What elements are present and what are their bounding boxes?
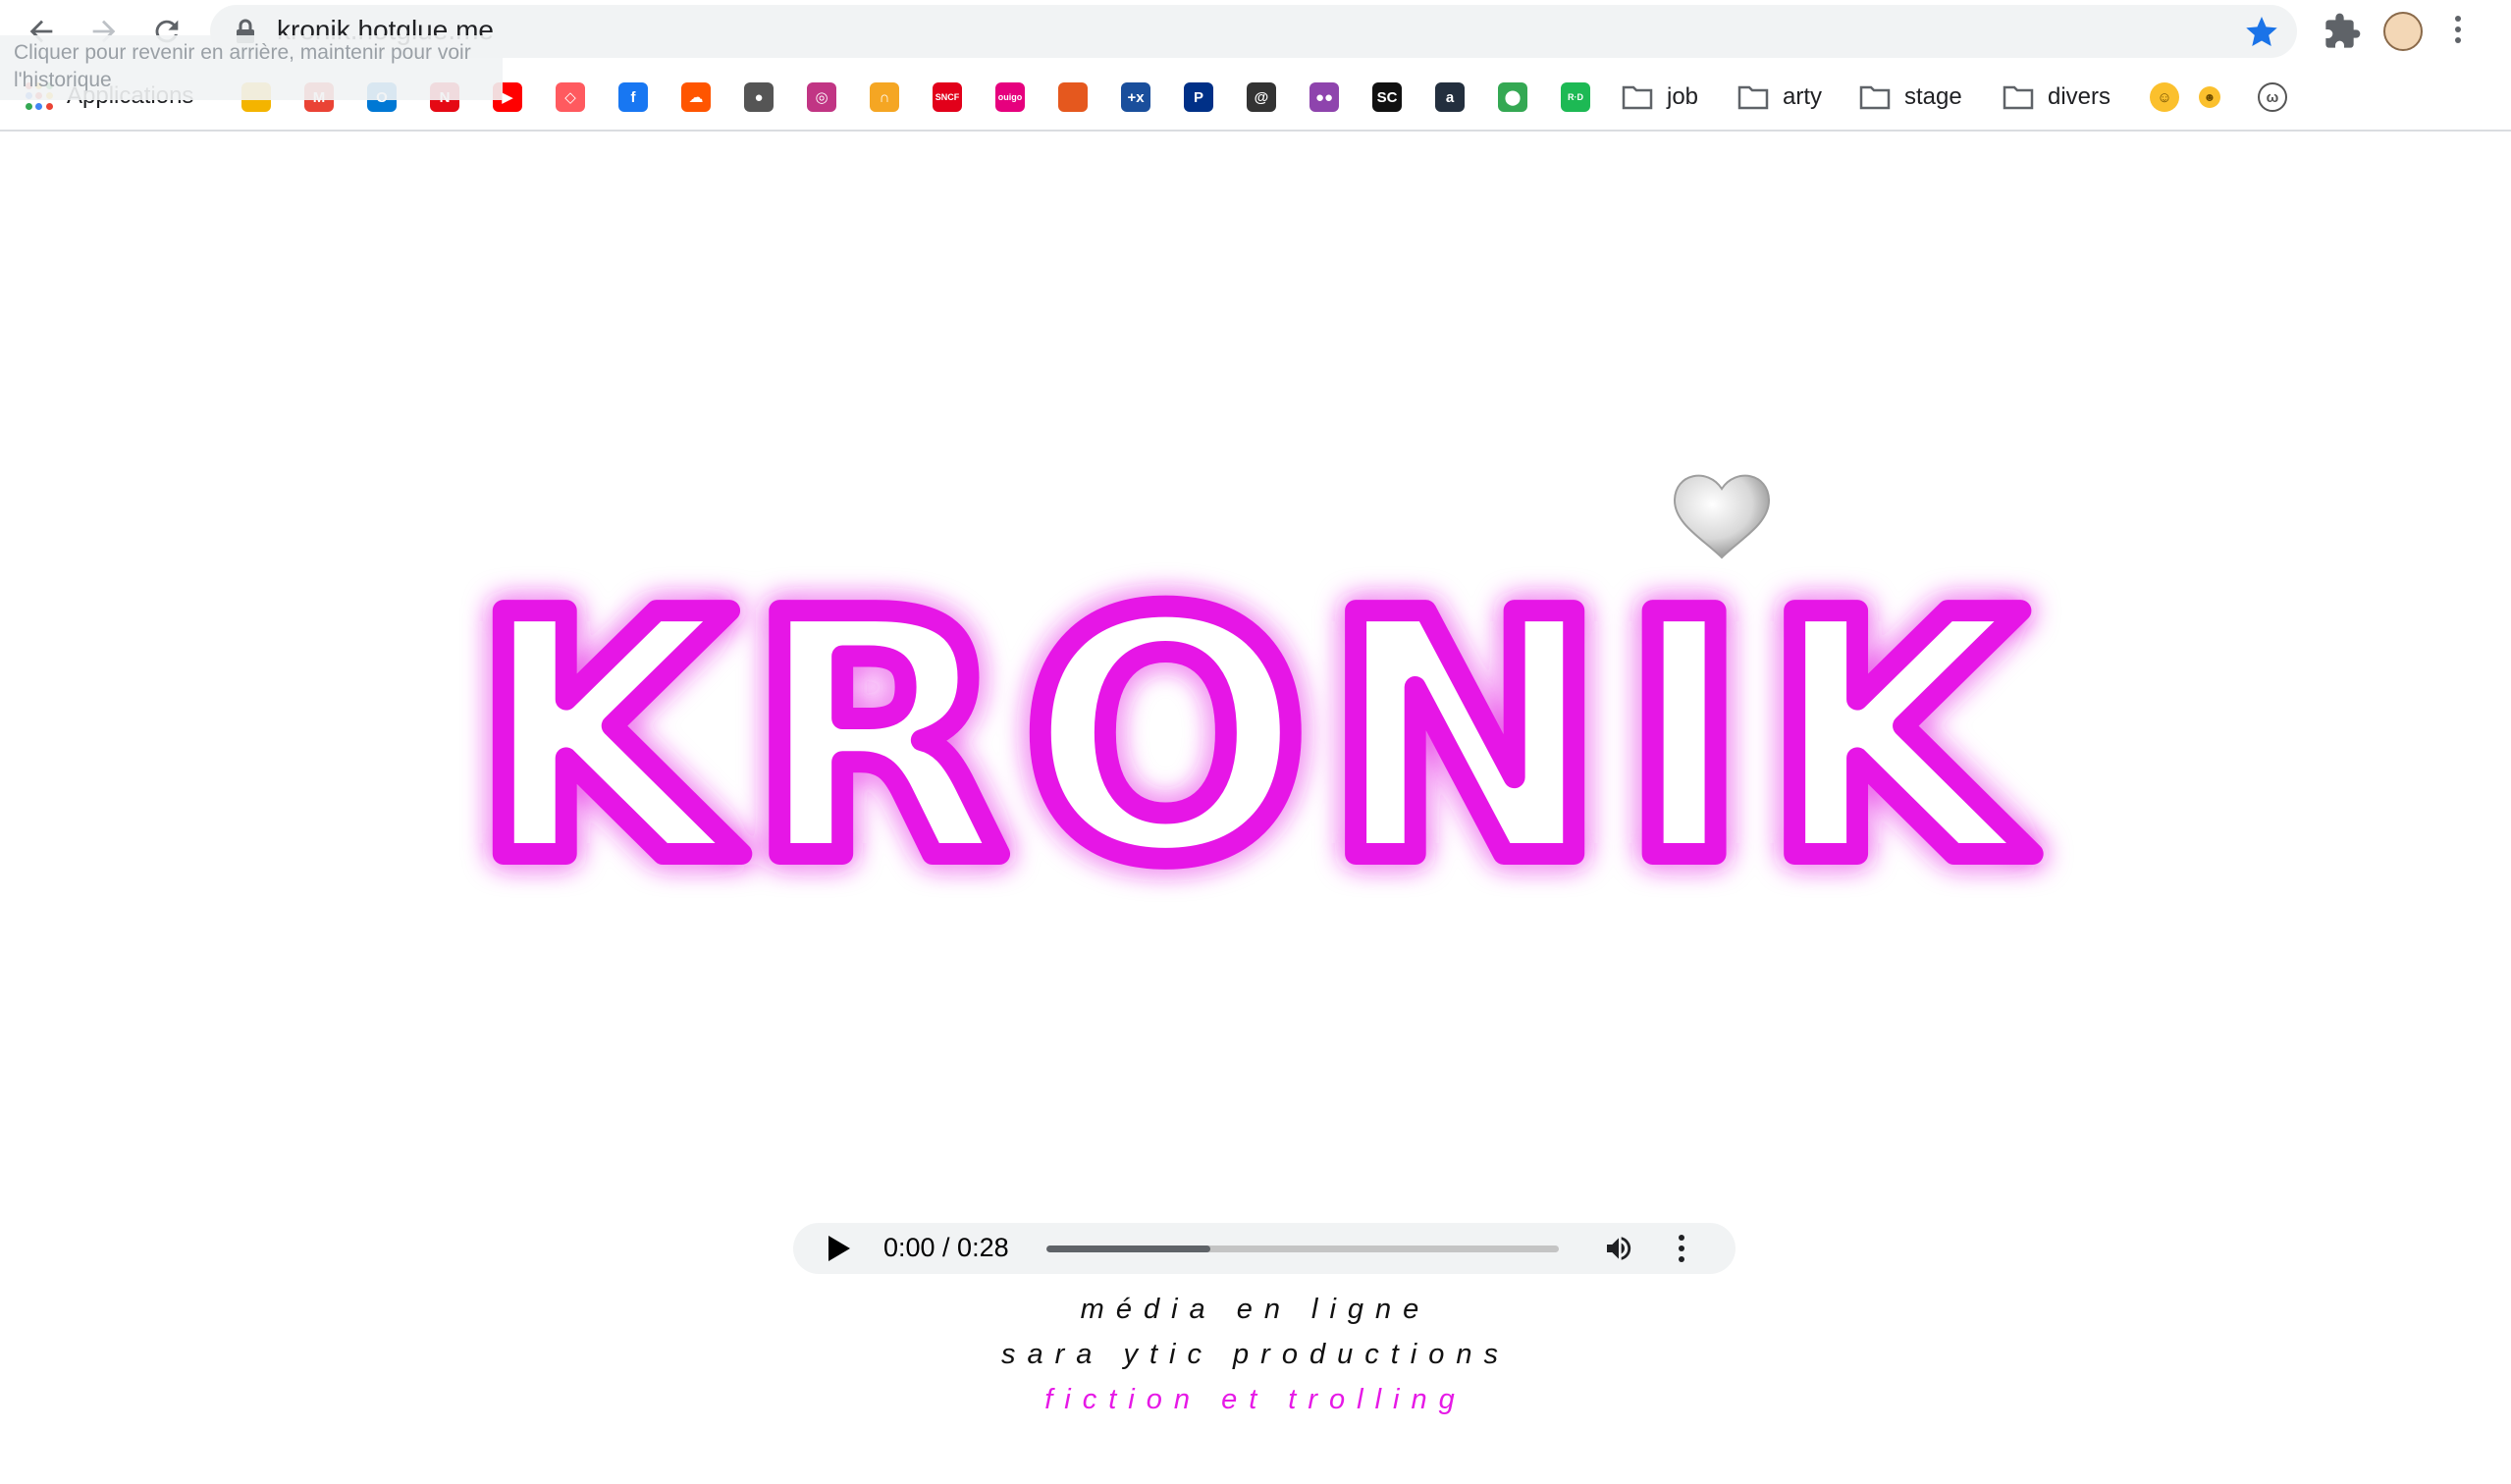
bookmark-maps[interactable]: ⬤ bbox=[1494, 79, 1531, 116]
folder-label: job bbox=[1667, 83, 1699, 110]
dots-icon: ●● bbox=[1309, 82, 1339, 112]
back-button-tooltip: Cliquer pour revenir en arrière, mainten… bbox=[0, 35, 503, 100]
folder-icon bbox=[1622, 85, 1653, 110]
folder-icon bbox=[1859, 85, 1891, 110]
audio-options-icon[interactable] bbox=[1677, 1233, 1686, 1264]
tagline-productions: sara ytic productions bbox=[1001, 1339, 1510, 1370]
bookmark-plus-x[interactable]: +x bbox=[1117, 79, 1154, 116]
headphones-icon: ∩ bbox=[870, 82, 899, 112]
profile-avatar-icon[interactable] bbox=[2383, 12, 2423, 51]
bookmark-folder-job[interactable]: job bbox=[1622, 79, 1698, 116]
bird-icon: ● bbox=[744, 82, 774, 112]
folder-label: stage bbox=[1904, 83, 1962, 110]
ouigo-icon: ouigo bbox=[995, 82, 1025, 112]
bookmark-sc-logo[interactable]: SC bbox=[1368, 79, 1406, 116]
amazon-icon: a bbox=[1435, 82, 1465, 112]
kebab-menu-icon bbox=[2448, 12, 2468, 43]
browser-toolbar: kronik.hotglue.me Applications MON▶◇f☁●◎… bbox=[0, 0, 2511, 132]
bookmark-ouigo[interactable]: ouigo bbox=[991, 79, 1029, 116]
bookmark-headphones[interactable]: ∩ bbox=[866, 79, 903, 116]
bookmark-at-sign[interactable]: @ bbox=[1243, 79, 1280, 116]
folder-label: arty bbox=[1783, 83, 1823, 110]
bookmark-face[interactable]: ω bbox=[2254, 79, 2291, 116]
bookmark-folder-arty[interactable]: arty bbox=[1737, 79, 1822, 116]
bookmark-dots[interactable]: ●● bbox=[1306, 79, 1343, 116]
bookmark-amazon[interactable]: a bbox=[1431, 79, 1469, 116]
sncf-icon: SNCF bbox=[933, 82, 962, 112]
browser-menu-button[interactable] bbox=[2448, 12, 2468, 51]
maps-icon: ⬤ bbox=[1498, 82, 1527, 112]
bookmark-star-icon[interactable] bbox=[2244, 14, 2279, 49]
bookmark-facebook[interactable]: f bbox=[614, 79, 652, 116]
volume-icon[interactable] bbox=[1602, 1233, 1635, 1264]
facebook-icon: f bbox=[618, 82, 648, 112]
at-sign-icon: @ bbox=[1247, 82, 1276, 112]
bookmark-folder-divers[interactable]: divers bbox=[2003, 79, 2110, 116]
bookmark-paypal[interactable]: P bbox=[1180, 79, 1217, 116]
bookmark-instagram[interactable]: ◎ bbox=[803, 79, 840, 116]
bookmark-sncf[interactable]: SNCF bbox=[929, 79, 966, 116]
paypal-icon: P bbox=[1184, 82, 1213, 112]
tagline-fiction: fiction et trolling bbox=[1044, 1384, 1467, 1415]
bookmark-folder-stage[interactable]: stage bbox=[1859, 79, 1962, 116]
plus-x-icon: +x bbox=[1121, 82, 1150, 112]
smiley-icon: ☺ bbox=[2150, 82, 2179, 112]
bookmark-soundcloud[interactable]: ☁ bbox=[677, 79, 715, 116]
red-bookmark-icon: R·D bbox=[1561, 82, 1590, 112]
wink-smiley-icon: ☻ bbox=[2199, 86, 2220, 108]
play-icon[interactable] bbox=[828, 1236, 850, 1261]
airbnb-icon: ◇ bbox=[556, 82, 585, 112]
folder-icon bbox=[1737, 85, 1769, 110]
face-icon: ω bbox=[2258, 82, 2287, 112]
sc-logo-icon: SC bbox=[1372, 82, 1402, 112]
bookmark-smiley-1[interactable]: ☺ bbox=[2146, 79, 2183, 116]
bookmark-red-bookmark[interactable]: R·D bbox=[1557, 79, 1594, 116]
instagram-icon: ◎ bbox=[807, 82, 836, 112]
audio-progress-fill bbox=[1046, 1246, 1211, 1252]
audio-seek-bar[interactable] bbox=[1046, 1246, 1559, 1252]
orange-box-icon bbox=[1058, 82, 1088, 112]
folder-label: divers bbox=[2048, 83, 2111, 110]
audio-player: 0:00 / 0:28 bbox=[793, 1223, 1736, 1274]
bookmark-smiley-2[interactable]: ☻ bbox=[2191, 79, 2228, 116]
logo-text: KRONIK bbox=[473, 545, 2041, 933]
folder-icon bbox=[2003, 85, 2034, 110]
soundcloud-icon: ☁ bbox=[681, 82, 711, 112]
bookmark-orange-box[interactable] bbox=[1054, 79, 1092, 116]
audio-time: 0:00 / 0:28 bbox=[883, 1233, 1009, 1262]
bookmark-airbnb[interactable]: ◇ bbox=[552, 79, 589, 116]
address-bar[interactable]: kronik.hotglue.me bbox=[210, 5, 2297, 58]
bookmark-bird[interactable]: ● bbox=[740, 79, 777, 116]
extensions-puzzle-icon[interactable] bbox=[2323, 12, 2362, 51]
tagline-media: média en ligne bbox=[1080, 1294, 1431, 1325]
kronik-logo: KRONIK bbox=[462, 474, 2041, 942]
